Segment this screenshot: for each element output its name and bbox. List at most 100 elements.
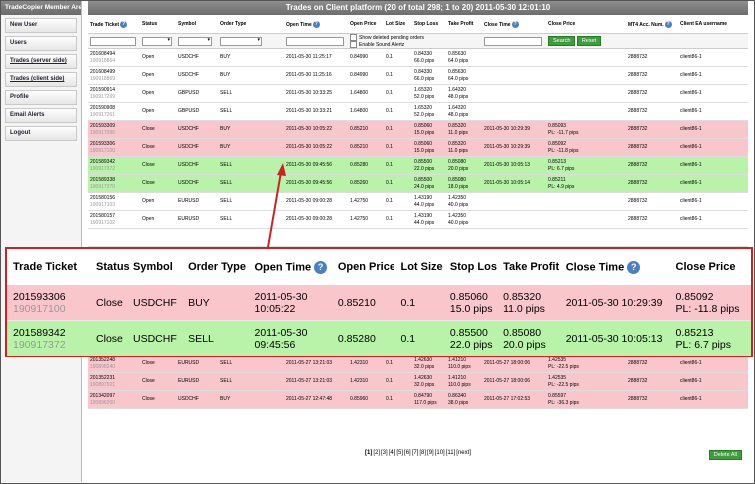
table-row[interactable]: 201352231 190897501 Close EURUSD SELL 2011-05… xyxy=(88,372,748,391)
stop-loss-cell: 0.85060 15.0 pips xyxy=(412,138,446,157)
table-row[interactable] xyxy=(88,228,748,247)
take-profit-cell: 1.42350 40.0 pips xyxy=(446,192,482,211)
open-time-cell: 2011-05-27 12:47:48 xyxy=(284,390,348,409)
show-deleted-checkbox[interactable] xyxy=(350,34,357,41)
mt4-cell: 2888732 xyxy=(626,84,678,103)
ticket-cell: 201593306 190917100 xyxy=(88,138,140,157)
table-row[interactable]: 201580156 190917103 Open EURUSD SELL 2011-05-… xyxy=(88,192,748,211)
mt4-cell: 2888732 xyxy=(626,354,678,373)
table-row[interactable]: 201580157 190917102 Open EURUSD SELL 2011-05-… xyxy=(88,210,748,229)
lot-size-cell: 0.1 xyxy=(384,102,412,121)
enable-sound-checkbox[interactable] xyxy=(350,41,357,48)
table-row[interactable]: 201590914 190917269 Open GBPUSD SELL 2011-05-… xyxy=(88,84,748,103)
ticket-filter-input[interactable] xyxy=(90,36,136,46)
page-link[interactable]: [5] xyxy=(396,450,403,456)
page-link[interactable]: [3] xyxy=(381,450,388,456)
symbol-cell: EURUSD xyxy=(176,372,218,391)
page-link[interactable]: [7] xyxy=(412,450,419,456)
symbol-cell: USDCHF xyxy=(176,138,218,157)
col-open-time[interactable]: Open Time? xyxy=(284,15,348,34)
type-filter-select[interactable] xyxy=(220,36,262,46)
open-time-filter-input[interactable] xyxy=(286,36,344,46)
status-cell: Close xyxy=(140,372,176,391)
lot-size-cell: 0.1 xyxy=(384,192,412,211)
help-icon[interactable]: ? xyxy=(312,20,320,28)
zoom-status-cell: Close xyxy=(96,332,123,345)
col-symbol[interactable]: Symbol xyxy=(176,15,218,34)
ticket-cell xyxy=(88,228,140,247)
col-lot-size[interactable]: Lot Size xyxy=(384,15,412,34)
col-status[interactable]: Status xyxy=(140,15,176,34)
zoom-col-symbol: Symbol xyxy=(133,261,173,273)
table-row[interactable]: 201608494 190918864 Open USDCHF BUY 2011-05-3… xyxy=(88,48,748,67)
ticket-cell: 201352248 190898240 xyxy=(88,354,140,373)
order-type-cell: SELL xyxy=(218,372,284,391)
page-link-current[interactable]: [1] xyxy=(365,450,372,456)
col-stop-loss[interactable]: Stop Loss xyxy=(412,15,446,34)
take-profit-cell xyxy=(446,228,482,247)
ea-user-cell: client86-1 xyxy=(678,390,748,409)
sidebar-item-logout[interactable]: Logout xyxy=(5,126,77,141)
open-time-cell: 2011-05-30 10:05:22 xyxy=(284,120,348,139)
mt4-cell xyxy=(626,228,678,247)
status-filter-select[interactable] xyxy=(142,36,172,46)
col-open-price[interactable]: Open Price xyxy=(348,15,384,34)
take-profit-cell: 1.64320 48.0 pips xyxy=(446,84,482,103)
page-link[interactable]: [8] xyxy=(419,450,426,456)
order-type-cell: BUY xyxy=(218,48,284,67)
open-price-cell: 1.42750 xyxy=(348,192,384,211)
close-price-cell xyxy=(546,84,626,103)
col-close-price[interactable]: Close Price xyxy=(546,15,626,34)
page-link[interactable]: [6] xyxy=(404,450,411,456)
close-price-cell: 0.85211 PL: 4.9 pips xyxy=(546,174,626,193)
table-row[interactable]: 201589338 190917370 Close USDCHF SELL 2011-05… xyxy=(88,174,748,193)
col-order-type[interactable]: Order Type xyxy=(218,15,284,34)
col-ticket[interactable]: Trade Ticket? xyxy=(88,15,140,34)
status-cell: Open xyxy=(140,192,176,211)
table-row[interactable]: 201342097 190896200 Close USDCHF BUY 2011-05-… xyxy=(88,390,748,409)
take-profit-cell: 0.85080 20.0 pips xyxy=(446,156,482,175)
page-link[interactable]: [9] xyxy=(427,450,434,456)
table-row[interactable]: 201352248 190898240 Close EURUSD SELL 2011-05… xyxy=(88,354,748,373)
col-close-time[interactable]: Close Time? xyxy=(482,15,546,34)
page-link[interactable]: [2] xyxy=(373,450,380,456)
close-time-cell xyxy=(482,228,546,247)
close-time-filter-input[interactable] xyxy=(484,36,542,46)
col-ea-user[interactable]: Client EA username xyxy=(678,15,748,34)
help-icon[interactable]: ? xyxy=(664,20,672,28)
search-button[interactable]: Search xyxy=(548,36,576,46)
col-mt4[interactable]: MT4 Acc. Num.? xyxy=(626,15,678,34)
zoom-close-price-cell: 0.85092 PL: -11.8 pips xyxy=(675,290,740,315)
page-link[interactable]: [10] xyxy=(435,450,445,456)
page-link[interactable]: [next] xyxy=(456,450,471,456)
symbol-filter-select[interactable] xyxy=(178,36,212,46)
col-take-profit[interactable]: Take Profit xyxy=(446,15,482,34)
table-row[interactable]: 201593306 190917100 Close USDCHF BUY 2011-05-… xyxy=(88,138,748,157)
delete-all-button[interactable]: Delete All xyxy=(708,450,742,460)
table-row[interactable]: 201593309 190917096 Close USDCHF BUY 2011-05-… xyxy=(88,120,748,139)
ticket-cell: 201608499 190918869 xyxy=(88,66,140,85)
page-link[interactable]: [4] xyxy=(389,450,396,456)
table-row[interactable]: 201608499 190918869 Open USDCHF BUY 2011-05-3… xyxy=(88,66,748,85)
reset-button[interactable]: Reset xyxy=(576,36,602,46)
table-row[interactable]: 201590908 190917261 Open GBPUSD SELL 2011-05-… xyxy=(88,102,748,121)
sidebar-item-email-alerts[interactable]: Email Alerts xyxy=(5,108,77,123)
sidebar-item-users[interactable]: Users xyxy=(5,36,77,51)
help-icon[interactable]: ? xyxy=(511,20,519,28)
zoom-row: 201589342 190917372 Close USDCHF SELL 2011-05… xyxy=(7,320,751,356)
ea-user-cell: client86-1 xyxy=(678,210,748,229)
sidebar-item-trades-server[interactable]: Trades (server side) xyxy=(5,54,77,69)
page-link[interactable]: [11] xyxy=(446,450,456,456)
sidebar-item-trades-client[interactable]: Trades (client side) xyxy=(5,72,77,87)
sidebar-item-profile[interactable]: Profile xyxy=(5,90,77,105)
table-row[interactable]: 201589342 190917372 Close USDCHF SELL 2011-05… xyxy=(88,156,748,175)
open-time-cell: 2011-05-30 09:00:28 xyxy=(284,192,348,211)
sidebar-item-new-user[interactable]: New User xyxy=(5,18,77,33)
open-time-cell: 2011-05-30 09:45:56 xyxy=(284,174,348,193)
order-type-cell: BUY xyxy=(218,66,284,85)
help-icon[interactable]: ? xyxy=(120,20,128,28)
ea-user-cell: client86-1 xyxy=(678,174,748,193)
take-profit-cell: 0.85320 11.0 pips xyxy=(446,120,482,139)
status-cell: Close xyxy=(140,120,176,139)
symbol-cell: EURUSD xyxy=(176,192,218,211)
